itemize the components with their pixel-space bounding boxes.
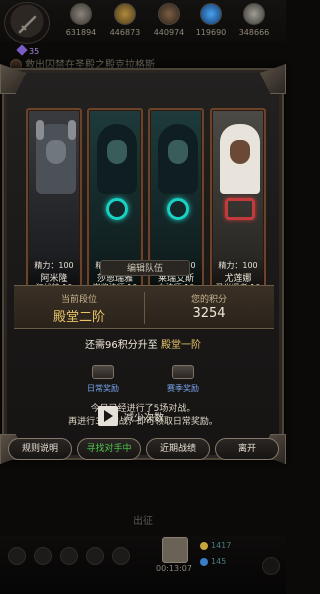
gold-count: 446873 <box>109 28 141 37</box>
reduce-count-label: 减少次数 <box>124 413 164 424</box>
promotion-hint: 还需96积分升至 殿堂一阶 <box>4 336 282 351</box>
amulet-icon <box>167 198 189 220</box>
edit-team-button[interactable]: 编辑队伍 <box>100 260 190 276</box>
menu-slot-icon[interactable] <box>112 547 130 565</box>
current-rank-label: 当前段位 <box>60 295 97 305</box>
stone-icon <box>243 3 265 25</box>
season-reward-label: 赛季奖励 <box>167 384 199 393</box>
promotion-target: 殿堂一阶 <box>160 340 201 351</box>
hero-energy: 精力：100 <box>34 261 74 270</box>
daily-reward-label: 日常奖励 <box>87 384 119 393</box>
side-slot-icon[interactable] <box>262 557 280 575</box>
mana-count: 119690 <box>195 28 227 37</box>
current-rank-value: 殿堂二阶 <box>52 310 105 325</box>
coin-icon <box>70 3 92 25</box>
action-buttons: 规则说明 寻找对手中 近期战绩 离开 <box>8 438 280 460</box>
coin-count: 631894 <box>65 28 97 37</box>
menu-slot-icon[interactable] <box>34 547 52 565</box>
level-value: 35 <box>29 47 40 56</box>
chest-icon <box>172 365 194 379</box>
recent-records-button[interactable]: 近期战绩 <box>146 438 210 460</box>
leave-button[interactable]: 离开 <box>215 438 279 460</box>
play-icon <box>98 406 118 426</box>
deploy-label: 出征 <box>133 516 153 527</box>
resource-gold[interactable]: 446873 <box>103 3 147 37</box>
sword-icon <box>18 15 37 34</box>
level-gem-icon <box>16 44 28 56</box>
menu-slot-icon[interactable] <box>60 547 78 565</box>
hero-energy: 精力：100 <box>218 261 258 270</box>
stat-a-value: 1417 <box>211 541 232 550</box>
stone-count: 348666 <box>238 28 270 37</box>
find-opponent-button[interactable]: 寻找对手中 <box>77 438 141 460</box>
hero-face <box>168 140 188 164</box>
stat-b: 145 <box>200 557 226 566</box>
stat-a: 1417 <box>200 541 231 550</box>
horn-icon <box>36 120 44 140</box>
wood-count: 440974 <box>153 28 185 37</box>
player-level: 35 <box>16 44 40 56</box>
menu-slot-icon[interactable] <box>8 547 26 565</box>
frame-corner <box>0 64 26 94</box>
hero-face <box>230 140 250 164</box>
gem-icon <box>200 557 208 566</box>
coin-icon <box>200 541 208 550</box>
frame-corner <box>260 64 286 94</box>
resource-mana[interactable]: 119690 <box>189 3 233 37</box>
horn-icon <box>68 120 76 140</box>
bottom-bar: 00:13:07 1417 145 <box>0 535 286 594</box>
menu-slot-icon[interactable] <box>86 547 104 565</box>
gold-icon <box>114 3 136 25</box>
stat-b-value: 145 <box>211 557 227 566</box>
robe-emblem-icon <box>225 198 255 220</box>
hero-card-4[interactable]: 精力：100 尤莲娜 圣光贤者·10 <box>210 108 266 304</box>
wood-icon <box>158 3 180 25</box>
back-button[interactable] <box>4 2 50 44</box>
castle-icon[interactable] <box>162 537 188 563</box>
resource-bar: 631894 446873 440974 119690 348666 <box>0 0 286 44</box>
resource-coin[interactable]: 631894 <box>59 3 103 37</box>
daily-reward-button[interactable]: 日常奖励 <box>68 365 138 394</box>
promotion-text: 还需96积分升至 <box>85 340 158 351</box>
reduce-count-button[interactable]: 减少次数 <box>98 406 190 426</box>
hero-card-1[interactable]: 精力：100 阿米隆 狂战神·10 <box>26 108 82 304</box>
timer-text: 00:13:07 <box>156 564 192 573</box>
score-value: 3254 <box>192 306 226 321</box>
resource-stone[interactable]: 348666 <box>232 3 276 37</box>
arena-panel: 精力：100 阿米隆 狂战神·10 精力：100 莎恩瑞雅 岩浆法师·10 精力… <box>0 64 286 464</box>
rank-summary: 当前段位 殿堂二阶 您的积分 3254 <box>14 285 274 329</box>
amulet-icon <box>106 198 128 220</box>
hero-face <box>107 140 127 164</box>
resource-wood[interactable]: 440974 <box>147 3 191 37</box>
rules-button[interactable]: 规则说明 <box>8 438 72 460</box>
score-label: 您的积分 <box>190 295 227 305</box>
mana-icon <box>200 3 222 25</box>
season-reward-button[interactable]: 赛季奖励 <box>148 365 218 394</box>
hero-face <box>46 140 66 164</box>
chest-icon <box>92 365 114 379</box>
